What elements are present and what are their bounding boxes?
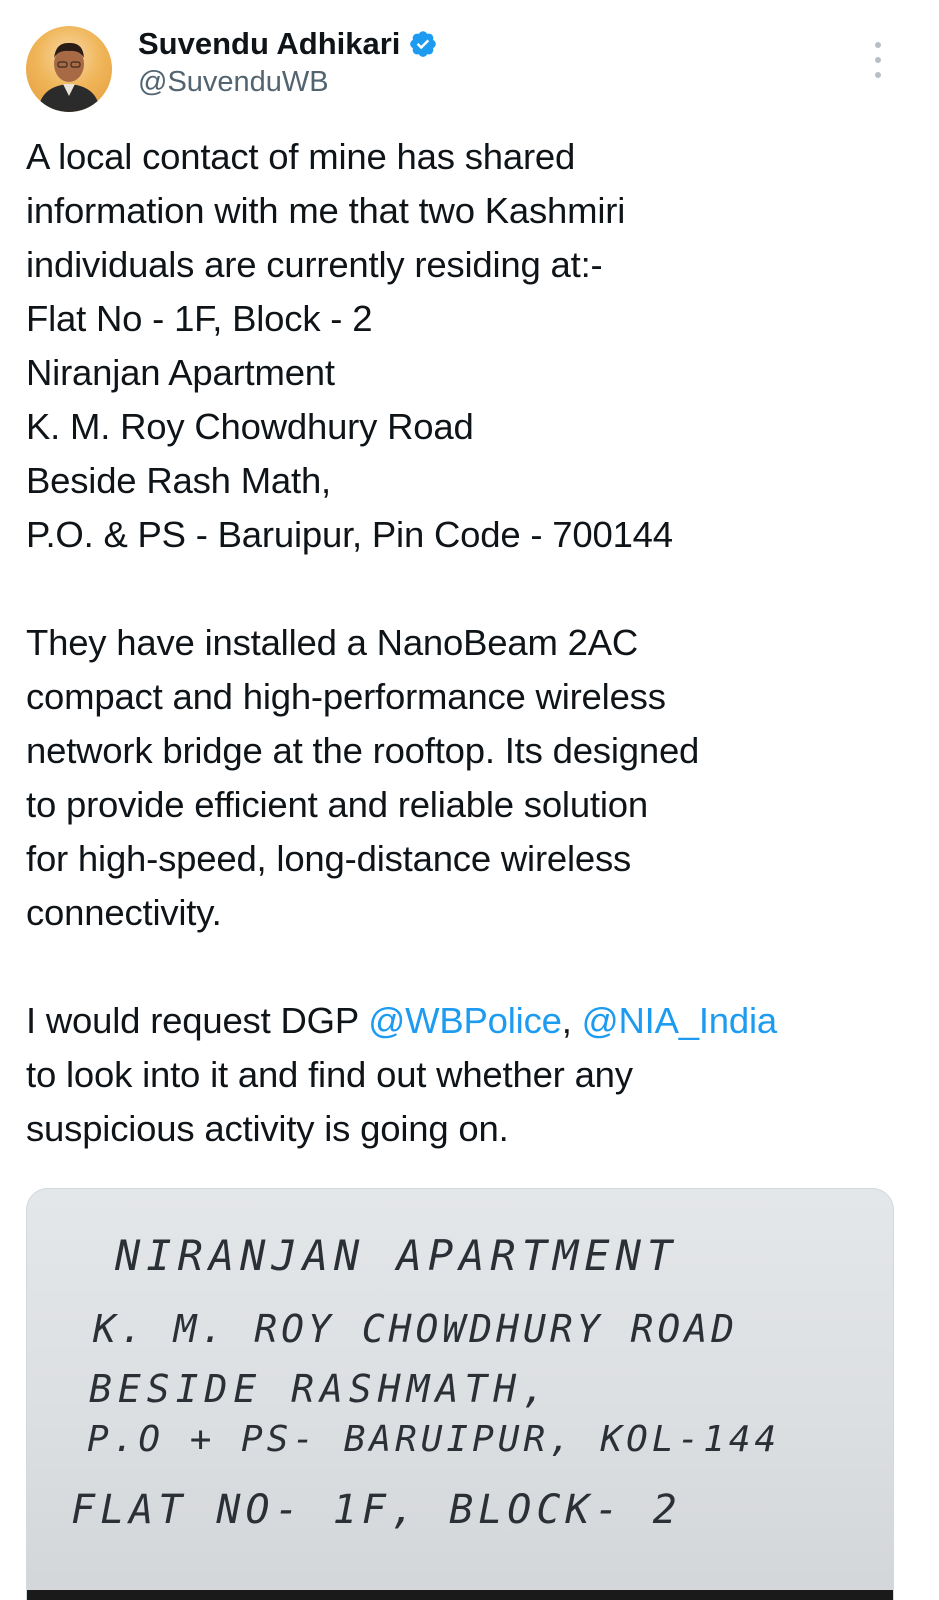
tweet-line: They have installed a NanoBeam 2AC: [26, 622, 639, 663]
author-block: Suvendu Adhikari @SuvenduWB: [138, 24, 438, 99]
tweet-line: network bridge at the rooftop. Its desig…: [26, 730, 700, 771]
tweet-line: to look into it and find out whether any: [26, 1054, 633, 1095]
tweet-line: information with me that two Kashmiri: [26, 190, 626, 231]
tweet-line: compact and high-performance wireless: [26, 676, 666, 717]
author-handle[interactable]: @SuvenduWB: [138, 66, 438, 99]
tweet-line: suspicious activity is going on.: [26, 1108, 509, 1149]
mention-separator: ,: [561, 1000, 582, 1041]
avatar-portrait-icon: [38, 42, 100, 112]
avatar[interactable]: [26, 26, 112, 112]
tweet-line: to provide efficient and reliable soluti…: [26, 784, 648, 825]
tweet-line: for high-speed, long-distance wireless: [26, 838, 632, 879]
mention-wbpolice-link[interactable]: @WBPolice: [368, 1000, 562, 1041]
author-name-row: Suvendu Adhikari: [138, 24, 438, 64]
request-prefix: I would request DGP: [26, 1000, 369, 1041]
tweet-text: A local contact of mine has shared infor…: [26, 130, 906, 1156]
handwritten-line: P.O + PS- BARUIPUR, KOL-144: [87, 1419, 781, 1460]
media-bottom-bar: [27, 1590, 893, 1600]
more-vertical-icon: [875, 42, 881, 48]
tweet-line: Flat No - 1F, Block - 2: [26, 298, 373, 339]
tweet-line: individuals are currently residing at:-: [26, 244, 603, 285]
verified-badge-icon: [410, 31, 437, 57]
tweet-line: Niranjan Apartment: [26, 352, 335, 393]
tweet: Suvendu Adhikari @SuvenduWB A local cont…: [0, 0, 939, 1600]
tweet-line: K. M. Roy Chowdhury Road: [26, 406, 474, 447]
more-options-button[interactable]: [866, 42, 890, 78]
handwritten-line: K. M. ROY CHOWDHURY ROAD: [93, 1307, 739, 1351]
tweet-line: A local contact of mine has shared: [26, 136, 576, 177]
author-name[interactable]: Suvendu Adhikari: [138, 26, 400, 62]
tweet-line: P.O. & PS - Baruipur, Pin Code - 700144: [26, 514, 673, 555]
tweet-line: Beside Rash Math,: [26, 460, 331, 501]
handwritten-line: FLAT NO- 1F, BLOCK- 2: [71, 1487, 682, 1533]
attached-photo[interactable]: NIRANJAN APARTMENT K. M. ROY CHOWDHURY R…: [26, 1188, 894, 1600]
handwritten-line: BESIDE RASHMATH,: [89, 1367, 552, 1411]
handwritten-line: NIRANJAN APARTMENT: [115, 1231, 679, 1280]
tweet-line: connectivity.: [26, 892, 222, 933]
mention-nia-india-link[interactable]: @NIA_India: [582, 1000, 778, 1041]
tweet-request-line: I would request DGP @WBPolice, @NIA_Indi…: [26, 994, 906, 1048]
